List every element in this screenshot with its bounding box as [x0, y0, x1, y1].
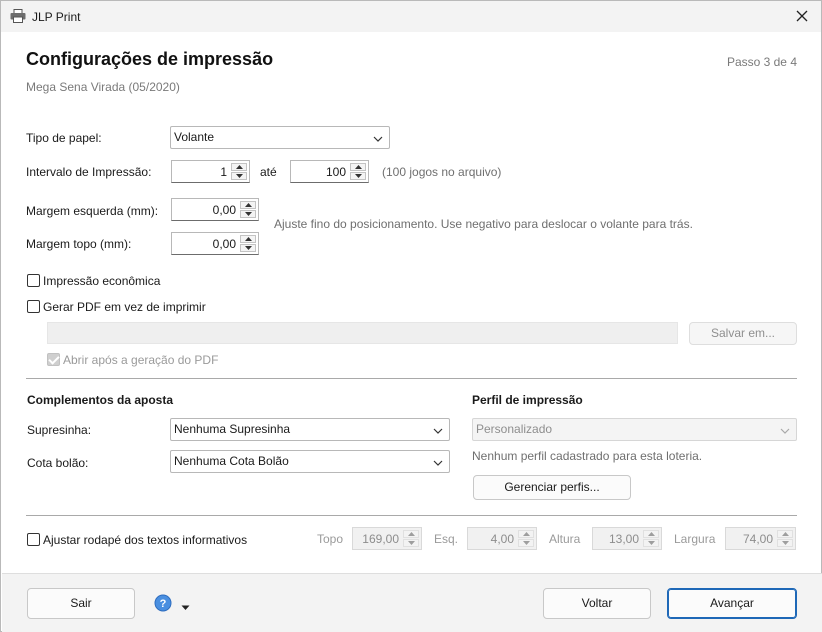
- esq-value: 4,00: [490, 532, 514, 546]
- supresinha-value: Nenhuma Supresinha: [174, 422, 291, 436]
- printer-icon: [10, 9, 26, 23]
- window-title: JLP Print: [32, 10, 81, 24]
- largura-label: Largura: [674, 532, 716, 546]
- svg-text:?: ?: [160, 598, 167, 610]
- interval-to-value: 100: [325, 165, 346, 179]
- chevron-down-icon: [779, 423, 791, 435]
- altura-value: 13,00: [608, 532, 639, 546]
- supresinha-select[interactable]: Nenhuma Supresinha: [170, 418, 450, 441]
- back-button[interactable]: Voltar: [543, 588, 651, 619]
- step-indicator: Passo 3 de 4: [726, 55, 797, 69]
- help-icon[interactable]: ?: [154, 594, 172, 612]
- title-bar: JLP Print: [1, 1, 821, 32]
- spin-down-icon[interactable]: [518, 539, 534, 547]
- topo-input[interactable]: 169,00: [352, 527, 422, 550]
- spin-down-icon[interactable]: [231, 172, 247, 180]
- page-title: Configurações de impressão: [26, 49, 274, 69]
- spin-up-icon[interactable]: [518, 530, 534, 538]
- paper-type-select[interactable]: Volante: [170, 126, 390, 149]
- spin-up-icon[interactable]: [643, 530, 659, 538]
- topo-label: Topo: [317, 532, 344, 546]
- cota-value: Nenhuma Cota Bolão: [174, 454, 289, 468]
- margin-left-input[interactable]: 0,00: [171, 198, 259, 221]
- spin-down-icon[interactable]: [643, 539, 659, 547]
- manage-profiles-button[interactable]: Gerenciar perfis...: [473, 475, 631, 500]
- spin-up-icon[interactable]: [777, 530, 793, 538]
- interval-from-input[interactable]: 1: [171, 160, 250, 183]
- margin-left-label: Margem esquerda (mm):: [26, 204, 159, 218]
- topo-value: 169,00: [362, 532, 399, 546]
- altura-input[interactable]: 13,00: [592, 527, 662, 550]
- paper-type-value: Volante: [174, 130, 215, 144]
- close-icon[interactable]: [789, 4, 815, 28]
- chevron-down-icon: [432, 455, 444, 467]
- profile-select[interactable]: Personalizado: [472, 418, 797, 441]
- next-button[interactable]: Avançar: [667, 588, 797, 619]
- interval-label: Intervalo de Impressão:: [26, 165, 152, 179]
- margin-top-input[interactable]: 0,00: [171, 232, 259, 255]
- altura-label: Altura: [549, 532, 581, 546]
- page-subtitle: Mega Sena Virada (05/2020): [26, 80, 180, 94]
- adjust-footer-checkbox[interactable]: [27, 533, 40, 546]
- spin-down-icon[interactable]: [240, 210, 256, 218]
- spin-down-icon[interactable]: [240, 244, 256, 252]
- spin-up-icon[interactable]: [240, 235, 256, 243]
- spin-down-icon[interactable]: [777, 539, 793, 547]
- supresinha-label: Supresinha:: [27, 423, 92, 437]
- interval-to-label: até: [260, 165, 277, 179]
- margin-hint: Ajuste fino do posicionamento. Use negat…: [274, 217, 693, 231]
- chevron-down-icon: [372, 131, 384, 143]
- spin-up-icon[interactable]: [350, 163, 366, 171]
- cota-label: Cota bolão:: [27, 456, 89, 470]
- profile-heading: Perfil de impressão: [472, 393, 583, 407]
- margin-left-value: 0,00: [212, 203, 236, 217]
- spin-up-icon[interactable]: [240, 201, 256, 209]
- interval-to-input[interactable]: 100: [290, 160, 369, 183]
- interval-from-value: 1: [220, 165, 227, 179]
- profile-value: Personalizado: [476, 422, 553, 436]
- adjust-footer-label[interactable]: Ajustar rodapé dos textos informativos: [43, 533, 247, 547]
- divider: [26, 378, 797, 379]
- chevron-down-icon: [432, 423, 444, 435]
- margin-top-label: Margem topo (mm):: [26, 237, 132, 251]
- esq-input[interactable]: 4,00: [467, 527, 537, 550]
- generate-pdf-checkbox[interactable]: [27, 300, 40, 313]
- exit-button[interactable]: Sair: [27, 588, 135, 619]
- interval-note: (100 jogos no arquivo): [382, 165, 502, 179]
- pdf-path-field: [47, 322, 678, 344]
- cota-select[interactable]: Nenhuma Cota Bolão: [170, 450, 450, 473]
- open-after-label: Abrir após a geração do PDF: [63, 353, 219, 367]
- open-after-checkbox[interactable]: [47, 353, 60, 366]
- esq-label: Esq.: [434, 532, 459, 546]
- complements-heading: Complementos da aposta: [27, 393, 174, 407]
- spin-down-icon[interactable]: [350, 172, 366, 180]
- save-as-button[interactable]: Salvar em...: [689, 322, 797, 345]
- spin-up-icon[interactable]: [403, 530, 419, 538]
- chevron-down-icon[interactable]: [181, 600, 190, 610]
- divider: [26, 515, 797, 516]
- dialog-window: JLP Print Configurações de impressão Meg…: [0, 0, 822, 632]
- spin-down-icon[interactable]: [403, 539, 419, 547]
- spin-up-icon[interactable]: [231, 163, 247, 171]
- largura-value: 74,00: [742, 532, 773, 546]
- economic-print-checkbox[interactable]: [27, 274, 40, 287]
- economic-print-label[interactable]: Impressão econômica: [43, 274, 160, 288]
- margin-top-value: 0,00: [212, 237, 236, 251]
- paper-type-label: Tipo de papel:: [26, 131, 102, 145]
- generate-pdf-label[interactable]: Gerar PDF em vez de imprimir: [43, 300, 206, 314]
- profile-note: Nenhum perfil cadastrado para esta loter…: [472, 449, 703, 463]
- largura-input[interactable]: 74,00: [725, 527, 796, 550]
